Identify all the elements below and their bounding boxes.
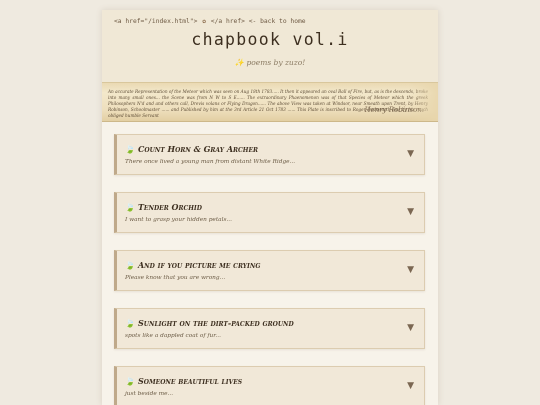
poem-title: 🍃 Count Horn & Gray Archer [125,144,258,154]
leaf-icon: 🍃 [125,318,135,328]
poem-excerpt: Please know that you are wrong... [125,275,226,281]
banner-inscription: An accurate Representation of the Meteor… [108,89,428,118]
nav-open-tag[interactable]: <a href="/index.html"> [114,18,197,25]
poem-excerpt: I want to grasp your hidden petals... [125,217,232,223]
nav-row: <a href="/index.html"> ✿ </a href> <- ba… [114,18,306,26]
poem-title-text: Tender Orchid [137,202,202,212]
poem-card[interactable]: 🍃 And if you picture me crying Please kno… [114,250,425,291]
page-header: <a href="/index.html"> ✿ </a href> <- ba… [102,10,438,83]
leaf-icon: 🍃 [125,202,135,212]
meteor-engraving-banner: An accurate Representation of the Meteor… [102,82,438,122]
page-subtitle: ✨ poems by zuzo! [234,58,306,67]
poem-card[interactable]: 🍃 Someone beautiful lives just beside me.… [114,366,425,405]
poem-excerpt: spots like a dappled coat of fur... [125,333,221,339]
nav-close-tag[interactable]: </a href> [211,18,245,25]
poem-title: 🍃 Tender Orchid [125,202,202,212]
leaf-icon: 🍃 [125,144,135,154]
back-to-home-link[interactable]: <- back to home [249,18,306,25]
poem-title: 🍃 And if you picture me crying [125,260,260,270]
poem-title-text: Sunlight on the dirt-packed ground [137,318,294,328]
poem-title: 🍃 Someone beautiful lives [125,376,242,386]
poem-title-text: Someone beautiful lives [137,376,243,386]
page-title: chapbook vol.i [191,30,349,49]
chevron-down-icon[interactable]: ▼ [407,207,414,217]
leaf-icon: 🍃 [125,260,135,270]
poem-excerpt: There once lived a young man from distan… [125,159,296,165]
chapbook-page: <a href="/index.html"> ✿ </a href> <- ba… [102,10,438,405]
chevron-down-icon[interactable]: ▼ [407,323,414,333]
poem-title: 🍃 Sunlight on the dirt-packed ground [125,318,294,328]
poem-title-text: And if you picture me crying [137,260,261,270]
chevron-down-icon[interactable]: ▼ [407,149,414,159]
banner-fade [408,83,438,121]
poem-card[interactable]: 🍃 Sunlight on the dirt-packed ground spot… [114,308,425,349]
poem-card[interactable]: 🍃 Count Horn & Gray Archer There once liv… [114,134,425,175]
leaf-icon: 🍃 [125,376,135,386]
chevron-down-icon[interactable]: ▼ [407,265,414,275]
poem-excerpt: just beside me... [125,391,174,397]
flower-icon[interactable]: ✿ [202,18,206,25]
poem-card[interactable]: 🍃 Tender Orchid I want to grasp your hidd… [114,192,425,233]
chevron-down-icon[interactable]: ▼ [407,381,414,391]
poem-title-text: Count Horn & Gray Archer [137,144,259,154]
